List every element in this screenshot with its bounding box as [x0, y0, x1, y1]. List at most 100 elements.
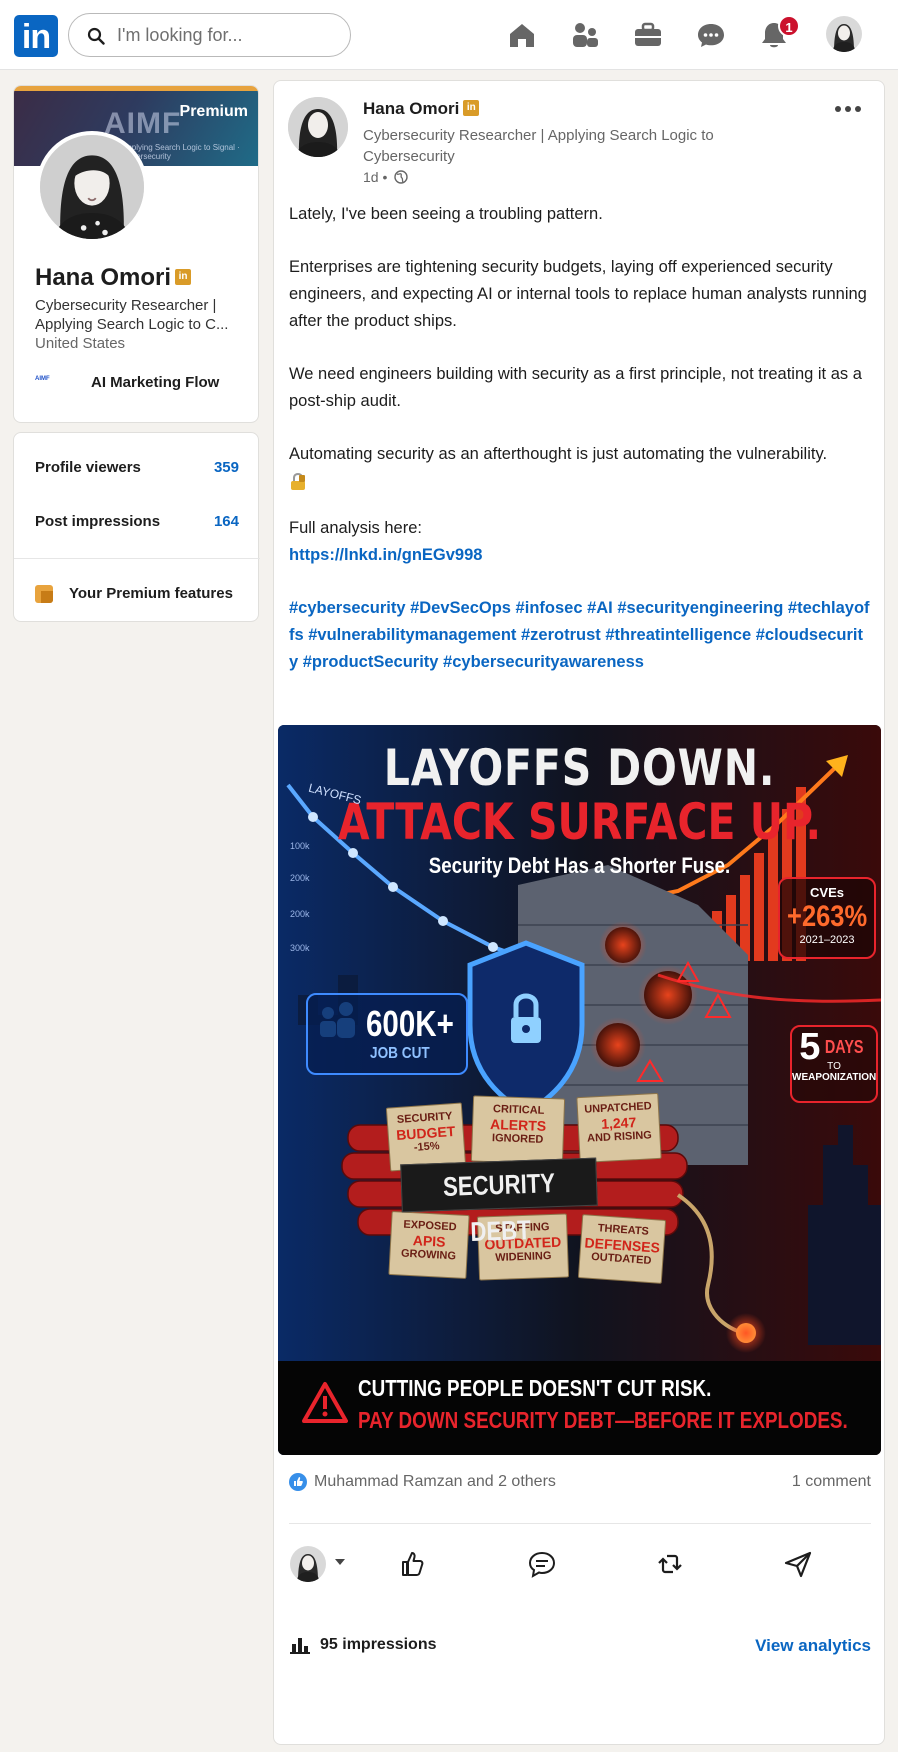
premium-icon — [35, 585, 53, 603]
cve-years: 2021–2023 — [799, 934, 855, 946]
profile-viewers-row[interactable]: Profile viewers 359 — [35, 459, 239, 483]
post-author-name-text[interactable]: Hana Omori — [363, 99, 459, 118]
premium-label: Premium — [179, 103, 248, 120]
post-body: Lately, I've been seeing a troubling pat… — [289, 201, 871, 702]
search-icon — [87, 27, 105, 45]
debt-tag-top: CRITICAL — [492, 1103, 545, 1117]
post-time: 1d • — [363, 169, 388, 185]
post-impressions-row[interactable]: Post impressions 164 — [35, 513, 239, 537]
top-navigation: in 1 — [0, 0, 898, 70]
debt-tag-bottom: IGNORED — [491, 1132, 544, 1146]
post-paragraph: We need engineers building with security… — [289, 365, 862, 410]
comment-count[interactable]: 1 comment — [792, 1473, 871, 1491]
post-image[interactable]: LAYOFFS DOWN. ATTACK SURFACE UP. Securit… — [278, 725, 881, 1455]
days-callout: 5 DAYS TO WEAPONIZATION — [790, 1025, 878, 1103]
avatar-photo-icon — [826, 16, 862, 52]
post-link-wrap: Full analysis here: https://lnkd.in/gnEG… — [289, 515, 871, 569]
chevron-down-icon[interactable] — [334, 1558, 346, 1566]
profile-photo-icon — [40, 135, 144, 239]
image-axis-tick: 200k — [290, 909, 310, 919]
reaction-as-avatar[interactable] — [290, 1546, 326, 1582]
post-actions — [274, 1536, 884, 1596]
job-cut-callout: 600K+ JOB CUT — [306, 993, 468, 1075]
company-logo-icon: AIMF — [35, 376, 50, 382]
post-paragraph-wrap: Automating security as an afterthought i… — [289, 441, 871, 495]
debt-tag-bottom: AND RISING — [586, 1129, 653, 1145]
profile-photo[interactable] — [36, 131, 148, 243]
divider — [14, 558, 260, 559]
debt-tag: UNPATCHED 1,247 AND RISING — [576, 1092, 662, 1164]
view-analytics-link[interactable]: View analytics — [755, 1636, 871, 1656]
security-debt-banner: SECURITY DEBT — [400, 1157, 598, 1247]
post-paragraph: Enterprises are tightening security budg… — [289, 258, 867, 330]
premium-features-label: Your Premium features — [69, 585, 233, 602]
warning-icon — [302, 1382, 348, 1423]
repost-button[interactable] — [654, 1548, 686, 1580]
profile-viewers-value: 359 — [213, 459, 239, 476]
search-input[interactable] — [117, 22, 337, 48]
social-counts: Muhammad Ramzan and 2 others 1 comment — [289, 1471, 871, 1495]
debt-tag-main: ALERTS — [489, 1116, 547, 1134]
banner-subtext: Applying Search Logic to Signal · Cybers… — [122, 143, 240, 161]
job-cut-number: 600K+ — [366, 1003, 454, 1044]
more-options-icon[interactable] — [832, 99, 864, 119]
image-axis-tick: 100k — [290, 841, 310, 851]
jobs-icon[interactable] — [630, 17, 666, 53]
image-bottom-banner: CUTTING PEOPLE DOESN'T CUT RISK. PAY DOW… — [278, 1361, 881, 1455]
post-meta: 1d • — [363, 169, 408, 185]
post-hashtags[interactable]: #cybersecurity #DevSecOps #infosec #AI #… — [289, 595, 871, 676]
like-reaction-icon — [289, 1473, 307, 1491]
linkedin-logo[interactable]: in — [14, 15, 58, 57]
notification-badge: 1 — [778, 15, 800, 37]
post-paragraph: Lately, I've been seeing a troubling pat… — [289, 205, 603, 223]
stats-card: Profile viewers 359 Post impressions 164… — [13, 432, 260, 622]
image-bottom-line1: CUTTING PEOPLE DOESN'T CUT RISK. — [358, 1375, 712, 1401]
cve-callout: CVEs +263% 2021–2023 — [778, 877, 876, 959]
profile-avatar[interactable] — [826, 16, 862, 52]
profile-location: United States — [35, 335, 126, 352]
company-name[interactable]: AI Marketing Flow — [91, 374, 219, 391]
globe-icon — [394, 170, 408, 184]
post-link[interactable]: https://lnkd.in/gnEGv998 — [289, 546, 482, 564]
cve-number: +263% — [787, 900, 868, 933]
avatar-photo-icon — [290, 1546, 326, 1582]
premium-badge-icon: in — [463, 99, 480, 116]
author-avatar[interactable] — [288, 97, 348, 157]
profile-headline: Cybersecurity Researcher | Applying Sear… — [35, 297, 229, 333]
image-axis-tick: 300k — [290, 943, 310, 953]
messaging-icon[interactable] — [693, 17, 729, 53]
my-network-icon[interactable] — [567, 17, 603, 53]
debt-tag: THREATS DEFENSES OUTDATED — [577, 1214, 667, 1284]
post-author-name[interactable]: Hana Omori in — [363, 99, 480, 119]
search-box[interactable] — [68, 13, 351, 57]
post-impressions-value: 164 — [213, 513, 239, 530]
profile-name[interactable]: Hana Omori in — [35, 264, 192, 292]
days-label: DAYS — [825, 1037, 864, 1057]
days-weaponization: WEAPONIZATION — [792, 1072, 877, 1083]
premium-badge-icon: in — [175, 268, 192, 285]
reactions-summary[interactable]: Muhammad Ramzan and 2 others — [314, 1473, 556, 1491]
security-debt-text: SECURITY DEBT — [442, 1168, 556, 1248]
author-photo-icon — [288, 97, 348, 157]
like-button[interactable] — [398, 1548, 430, 1580]
image-title-line1: LAYOFFS DOWN. — [383, 739, 776, 797]
debt-tag-top: UNPATCHED — [583, 1100, 652, 1116]
impressions-count: 95 impressions — [320, 1636, 437, 1653]
post-author-headline: Cybersecurity Researcher | Applying Sear… — [363, 127, 714, 165]
send-button[interactable] — [782, 1548, 814, 1580]
debt-tag: CRITICAL ALERTS IGNORED — [470, 1095, 566, 1165]
image-subtitle: Security Debt Has a Shorter Fuse. — [428, 853, 731, 878]
image-bottom-line2: PAY DOWN SECURITY DEBT—BEFORE IT EXPLODE… — [358, 1407, 848, 1433]
comment-button[interactable] — [526, 1548, 558, 1580]
post-paragraph: Automating security as an afterthought i… — [289, 445, 828, 463]
profile-card: AIMF Applying Search Logic to Signal · C… — [13, 85, 259, 423]
image-axis-tick: 200k — [290, 873, 310, 883]
cve-label: CVEs — [810, 885, 844, 900]
impressions-row: 95 impressions View analytics — [289, 1633, 871, 1659]
home-icon[interactable] — [504, 17, 540, 53]
profile-name-text[interactable]: Hana Omori — [35, 264, 171, 291]
profile-viewers-label: Profile viewers — [35, 459, 141, 476]
post-impressions-label: Post impressions — [35, 513, 161, 530]
divider — [289, 1523, 871, 1524]
lock-emoji-icon — [291, 472, 305, 490]
